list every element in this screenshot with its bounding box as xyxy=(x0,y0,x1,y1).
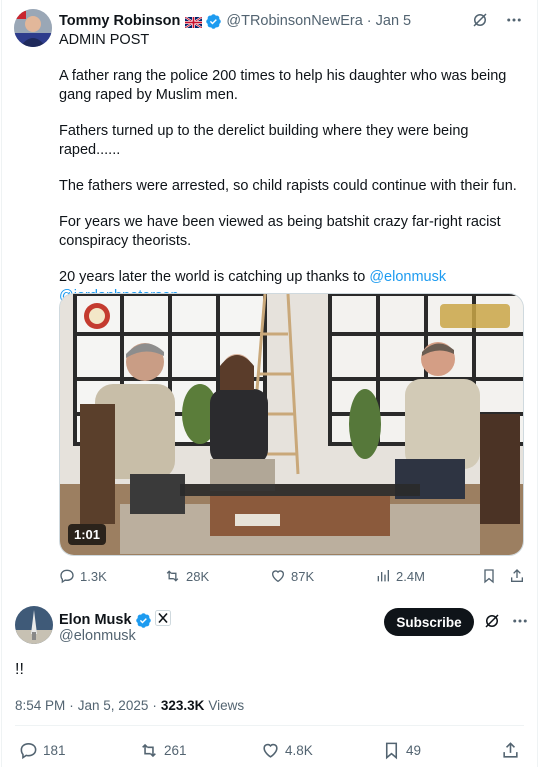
post-date[interactable]: Jan 5, 2025 xyxy=(78,698,149,713)
reply-icon xyxy=(19,741,38,760)
text-paragraph: Fathers turned up to the derelict buildi… xyxy=(59,123,469,158)
reply-button[interactable]: 181 xyxy=(19,741,66,760)
views-label: Views xyxy=(208,698,245,713)
repost-button[interactable]: 261 xyxy=(139,741,187,760)
quoted-tweet-text: ADMIN POST A father rang the police 200 … xyxy=(59,31,529,306)
video-player[interactable]: 1:01 xyxy=(59,293,524,556)
verified-badge-icon[interactable] xyxy=(205,13,222,30)
separator-dot: · xyxy=(69,698,74,713)
heart-icon xyxy=(261,741,280,760)
reply-count: 181 xyxy=(43,743,66,758)
analytics-icon xyxy=(375,568,391,584)
repost-button[interactable]: 28K xyxy=(164,568,209,584)
main-tweet-text: !! xyxy=(15,661,24,678)
text-paragraph: The fathers were arrested, so child rapi… xyxy=(59,178,517,194)
more-options-icon[interactable] xyxy=(511,612,529,630)
author-handle[interactable]: @elonmusk xyxy=(59,628,136,644)
avatar[interactable] xyxy=(15,606,53,644)
verified-badge-icon[interactable] xyxy=(135,612,152,629)
repost-icon xyxy=(139,741,159,760)
avatar[interactable] xyxy=(14,9,52,47)
quoted-tweet-top-actions xyxy=(471,11,523,29)
share-icon xyxy=(509,568,525,584)
like-count: 4.8K xyxy=(285,743,313,758)
like-button[interactable]: 87K xyxy=(270,568,314,584)
author-name[interactable]: Tommy Robinson xyxy=(59,13,180,29)
share-button[interactable] xyxy=(509,568,525,584)
main-tweet-actions: 181 261 4.8K 49 xyxy=(2,741,539,761)
mention-link[interactable]: @elonmusk xyxy=(369,269,446,285)
quoted-tweet-header: Tommy Robinson @TRobinsonNewEra · Jan 5 xyxy=(59,11,529,31)
like-count: 87K xyxy=(291,568,315,584)
bookmark-count: 49 xyxy=(406,743,422,758)
subscribe-button[interactable]: Subscribe xyxy=(384,608,474,636)
separator-dot: · xyxy=(152,698,157,713)
uk-flag-icon xyxy=(184,15,203,29)
quoted-tweet[interactable]: Tommy Robinson @TRobinsonNewEra · Jan 5 xyxy=(2,0,539,600)
bookmark-icon xyxy=(382,741,401,760)
grok-icon[interactable] xyxy=(471,11,489,29)
quoted-tweet-actions: 1.3K 28K 87K 2.4M xyxy=(59,568,529,588)
separator-dot: · xyxy=(366,13,372,29)
heart-icon xyxy=(270,568,286,584)
author-name-row: Elon Musk xyxy=(59,610,171,630)
repost-count: 261 xyxy=(164,743,187,758)
post-metadata: 8:54 PM · Jan 5, 2025 · 323.3K Views xyxy=(15,698,244,713)
video-thumbnail xyxy=(60,294,523,555)
like-button[interactable]: 4.8K xyxy=(261,741,313,760)
text-paragraph: A father rang the police 200 times to he… xyxy=(59,68,507,103)
x-logo-icon[interactable] xyxy=(154,610,171,630)
more-options-icon[interactable] xyxy=(505,11,523,29)
bookmark-button[interactable] xyxy=(481,568,497,584)
post-thread: Tommy Robinson @TRobinsonNewEra · Jan 5 xyxy=(1,0,538,767)
author-handle[interactable]: @TRobinsonNewEra xyxy=(226,13,362,29)
views-button[interactable]: 2.4M xyxy=(375,568,425,584)
reply-button[interactable]: 1.3K xyxy=(59,568,107,584)
bookmark-icon xyxy=(481,568,497,584)
views-count: 2.4M xyxy=(396,568,425,584)
share-icon xyxy=(501,741,520,760)
post-time[interactable]: 8:54 PM xyxy=(15,698,65,713)
repost-count: 28K xyxy=(186,568,210,584)
repost-icon xyxy=(164,568,181,584)
grok-icon[interactable] xyxy=(483,612,501,630)
post-date[interactable]: Jan 5 xyxy=(376,13,411,29)
reply-icon xyxy=(59,568,75,584)
admin-post-line: ADMIN POST xyxy=(59,32,150,48)
text-paragraph: For years we have been viewed as being b… xyxy=(59,214,501,249)
share-button[interactable] xyxy=(501,741,520,760)
reply-count: 1.3K xyxy=(80,568,107,584)
text-paragraph: 20 years later the world is catching up … xyxy=(59,268,529,287)
bookmark-button[interactable]: 49 xyxy=(382,741,421,760)
author-name[interactable]: Elon Musk xyxy=(59,612,132,628)
text-fragment: 20 years later the world is catching up … xyxy=(59,269,370,285)
video-duration: 1:01 xyxy=(68,524,107,545)
views-count: 323.3K xyxy=(160,698,205,713)
divider xyxy=(15,725,524,726)
main-tweet-top-actions xyxy=(483,612,529,630)
